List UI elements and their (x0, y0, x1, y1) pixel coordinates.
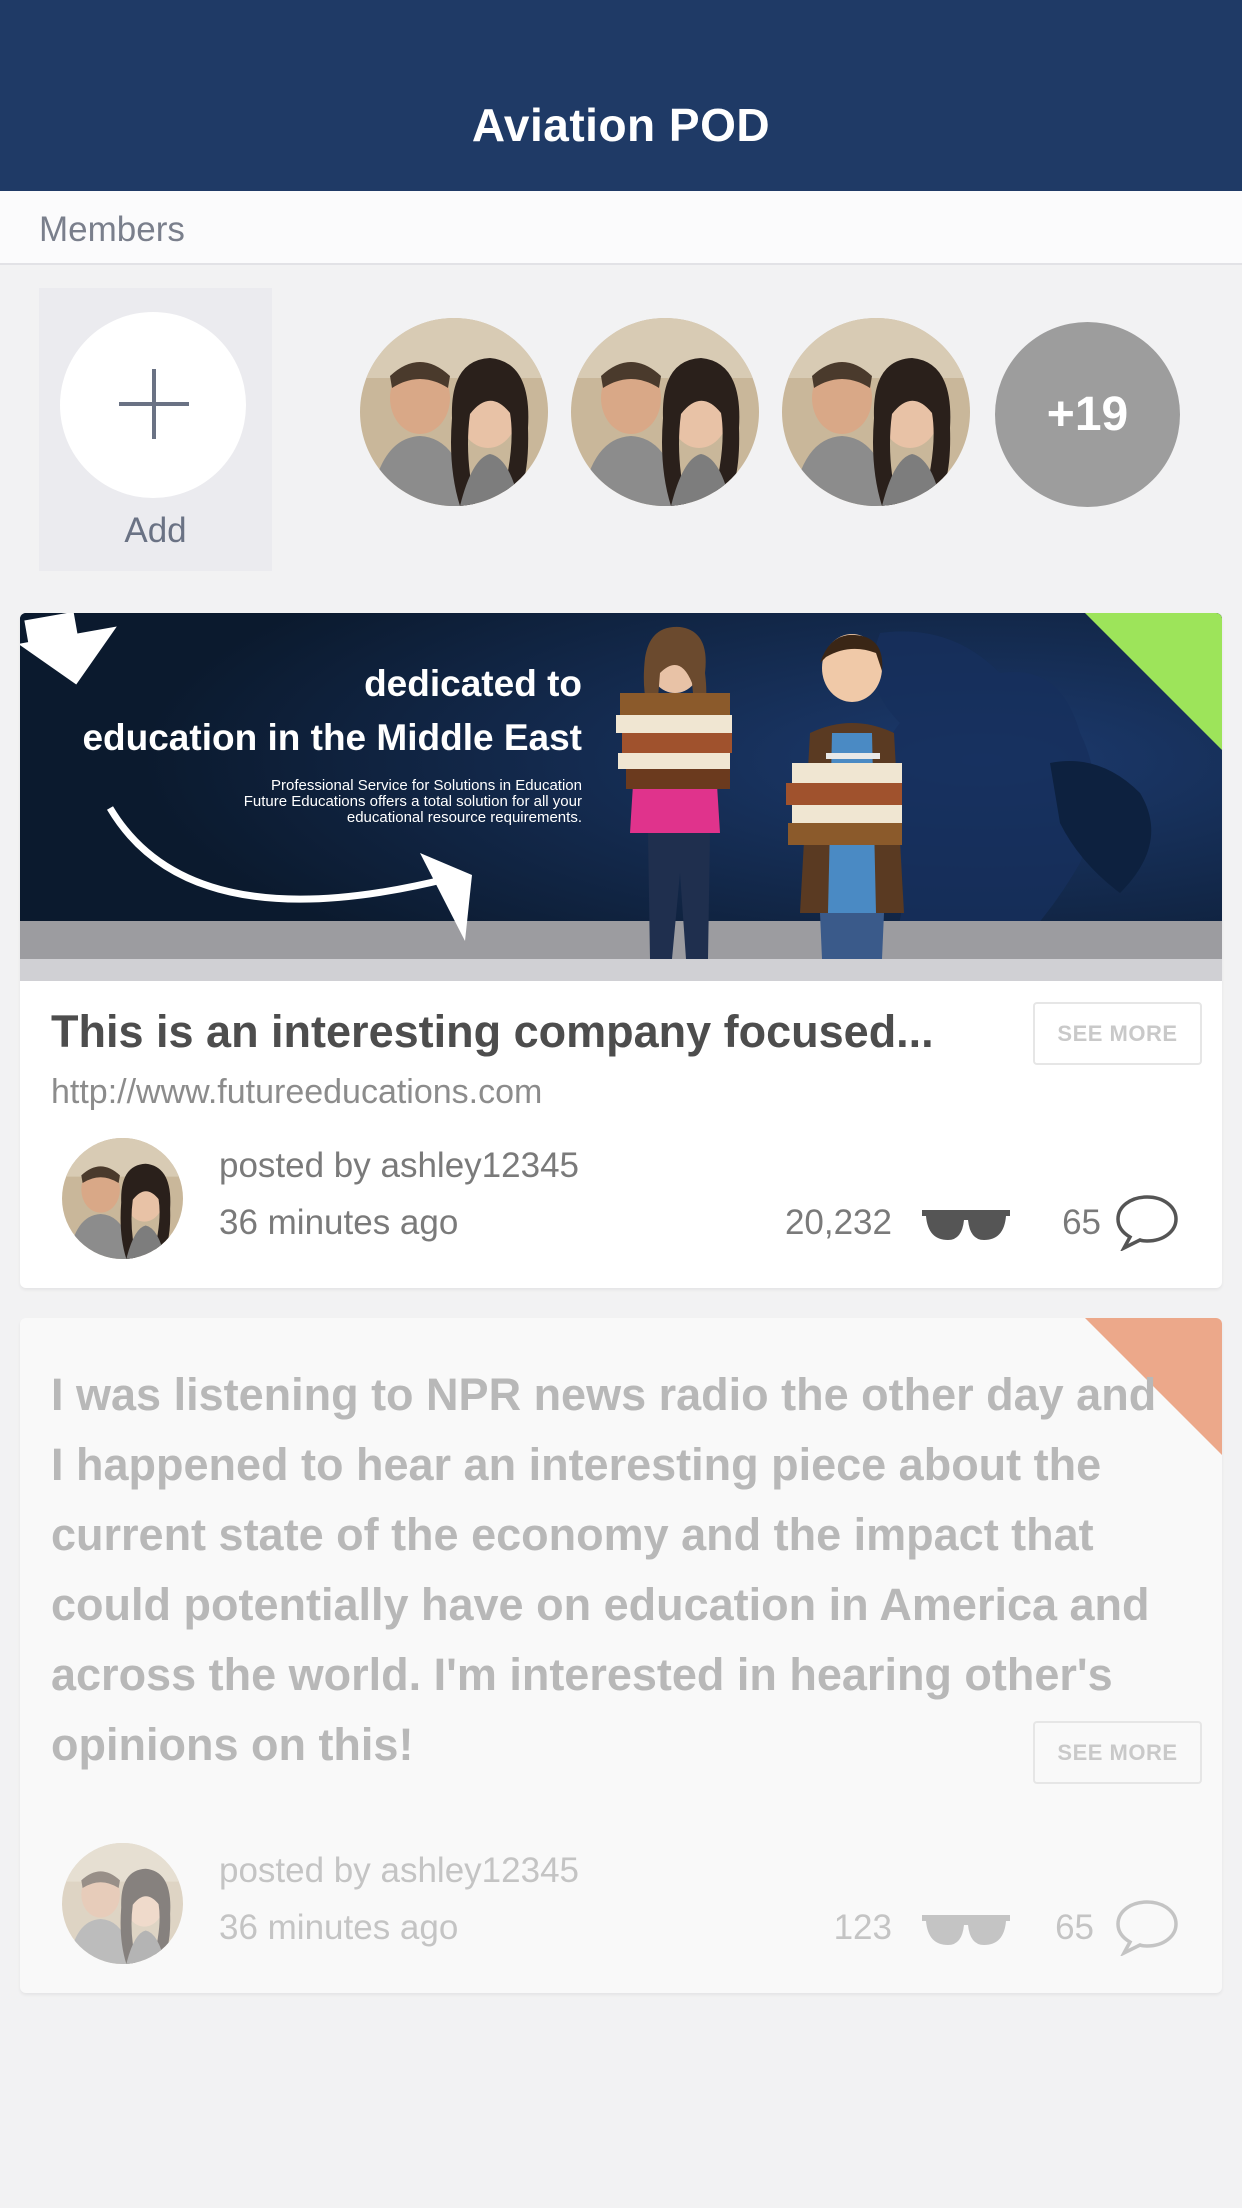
navigation-bar: Aviation POD (0, 0, 1242, 191)
member-avatar[interactable] (782, 318, 970, 506)
post-link[interactable]: http://www.futureeducations.com (51, 1073, 542, 1112)
comment-count: 65 (1062, 1203, 1101, 1242)
see-more-button[interactable]: SEE MORE (1033, 1721, 1202, 1784)
member-avatar[interactable] (360, 318, 548, 506)
speech-bubble-icon[interactable] (1114, 1898, 1180, 1961)
post-banner-image[interactable]: dedicated to education in the Middle Eas… (20, 613, 1222, 981)
speech-bubble-icon[interactable] (1114, 1193, 1180, 1256)
post-corner-flag (1085, 613, 1222, 750)
more-members-button[interactable]: +19 (995, 322, 1180, 507)
members-section-header: Members (0, 191, 1242, 265)
banner-subtext: Professional Service for Solutions in Ed… (243, 777, 582, 826)
banner-headline-line-1: dedicated to (364, 663, 582, 704)
view-count: 123 (833, 1908, 892, 1947)
poster-avatar[interactable] (62, 1843, 183, 1964)
banner-headline-line-2: education in the Middle East (82, 717, 582, 758)
poster-avatar[interactable] (62, 1138, 183, 1259)
member-avatar[interactable] (571, 318, 759, 506)
post-card[interactable]: I was listening to NPR news radio the ot… (20, 1318, 1222, 1993)
post-title[interactable]: This is an interesting company focused..… (51, 1006, 934, 1058)
comment-count: 65 (1055, 1908, 1094, 1947)
add-member-label[interactable]: Add (39, 511, 272, 551)
page-title: Aviation POD (471, 99, 771, 151)
sunglasses-icon (920, 1911, 1012, 1956)
posted-by[interactable]: posted by ashley12345 (219, 1146, 579, 1186)
view-count: 20,232 (784, 1203, 892, 1242)
post-body-text[interactable]: I was listening to NPR news radio the ot… (51, 1360, 1181, 1780)
post-card[interactable]: dedicated to education in the Middle Eas… (20, 613, 1222, 1288)
post-timestamp: 36 minutes ago (219, 1908, 459, 1947)
sunglasses-icon (920, 1206, 1012, 1251)
post-timestamp: 36 minutes ago (219, 1203, 459, 1242)
see-more-button[interactable]: SEE MORE (1033, 1002, 1202, 1065)
posted-by[interactable]: posted by ashley12345 (219, 1851, 579, 1891)
members-label: Members (39, 210, 185, 249)
